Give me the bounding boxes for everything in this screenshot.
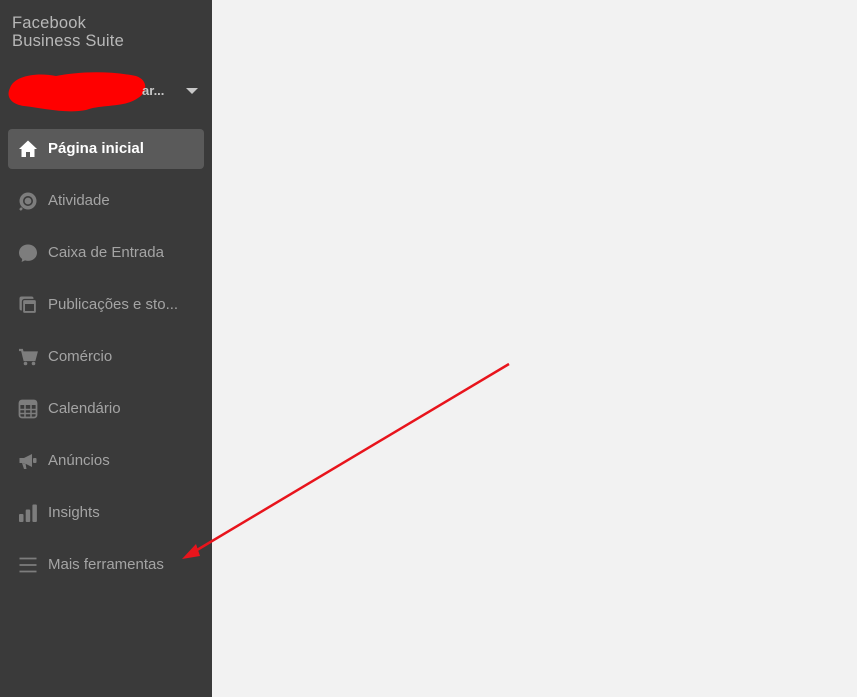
- posts-icon: [18, 295, 38, 315]
- sidebar-item-label: Mais ferramentas: [48, 556, 164, 573]
- megaphone-icon: [18, 451, 38, 471]
- activity-icon: [18, 191, 38, 211]
- account-name: ar...: [142, 83, 165, 98]
- sidebar-item-label: Comércio: [48, 348, 113, 365]
- sidebar-item-label: Anúncios: [48, 452, 110, 469]
- main-content: [212, 0, 857, 697]
- sidebar-item-label: Caixa de Entrada: [48, 244, 164, 261]
- sidebar-item-label: Atividade: [48, 192, 110, 209]
- brand-line-1: Facebook: [12, 14, 87, 32]
- sidebar-item-label: Calendário: [48, 400, 121, 417]
- sidebar-item-ads[interactable]: Anúncios: [8, 441, 204, 481]
- inbox-icon: [18, 243, 38, 263]
- sidebar-item-more-tools[interactable]: Mais ferramentas: [8, 545, 204, 585]
- menu-icon: [18, 555, 38, 575]
- app-brand: Facebook Business Suite: [12, 14, 124, 50]
- sidebar-item-posts[interactable]: Publicações e sto...: [8, 285, 204, 325]
- sidebar-nav: Página inicial Atividade Caixa de Entrad…: [8, 129, 204, 597]
- sidebar-item-insights[interactable]: Insights: [8, 493, 204, 533]
- sidebar-item-label: Página inicial: [48, 140, 144, 157]
- insights-icon: [18, 503, 38, 523]
- home-icon: [18, 139, 38, 159]
- calendar-icon: [18, 399, 38, 419]
- sidebar-item-label: Publicações e sto...: [48, 296, 179, 313]
- sidebar: Facebook Business Suite ar... Página ini…: [0, 0, 212, 697]
- sidebar-item-label: Insights: [48, 504, 100, 521]
- brand-line-2: Business Suite: [12, 32, 124, 50]
- sidebar-item-inbox[interactable]: Caixa de Entrada: [8, 233, 204, 273]
- chevron-down-icon[interactable]: [186, 88, 198, 94]
- sidebar-item-activity[interactable]: Atividade: [8, 181, 204, 221]
- sidebar-item-calendar[interactable]: Calendário: [8, 389, 204, 429]
- sidebar-item-home[interactable]: Página inicial: [8, 129, 204, 169]
- redaction-mark: [8, 72, 146, 112]
- account-switcher[interactable]: ar...: [6, 70, 206, 112]
- sidebar-item-commerce[interactable]: Comércio: [8, 337, 204, 377]
- cart-icon: [18, 347, 38, 367]
